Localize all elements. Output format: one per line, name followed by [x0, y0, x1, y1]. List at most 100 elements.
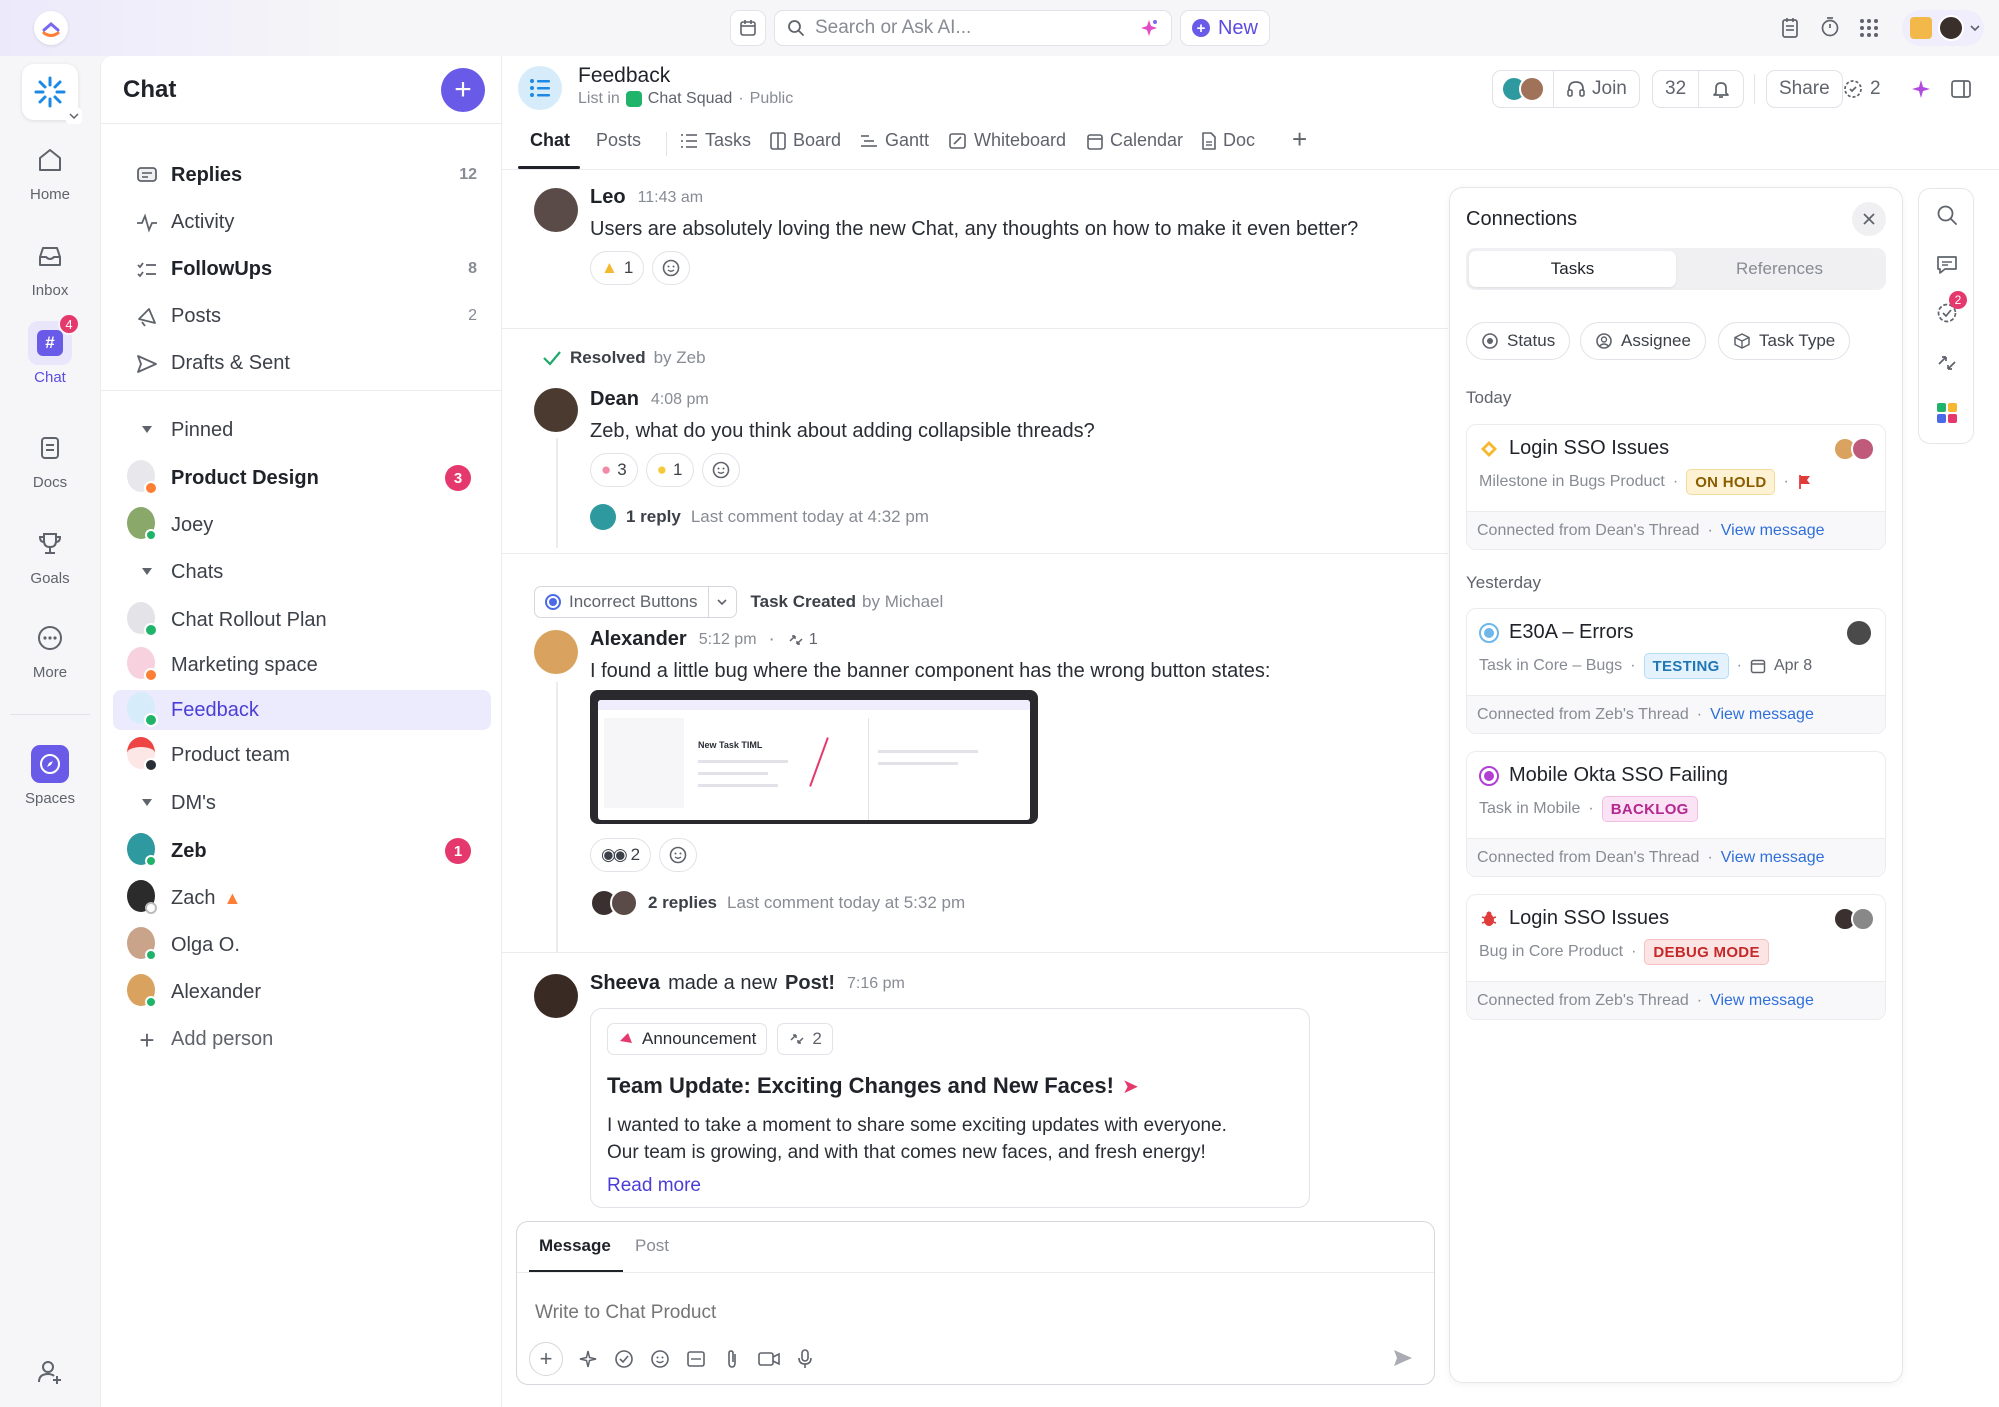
- comment-icon[interactable]: [1935, 253, 1959, 277]
- ai-sparkle-icon[interactable]: [577, 1348, 599, 1370]
- microphone-icon[interactable]: [795, 1348, 815, 1370]
- sidebar-item-product-team[interactable]: Product team: [113, 735, 491, 775]
- rail-spaces[interactable]: Spaces: [0, 742, 100, 807]
- thread-replies-link[interactable]: 2 replies Last comment today at 5:32 pm: [590, 889, 965, 917]
- ai-agents-button[interactable]: 2: [1842, 70, 1881, 108]
- sidebar-item-followups[interactable]: FollowUps 8: [113, 249, 491, 289]
- workspace-switcher[interactable]: [22, 64, 82, 124]
- sidebar-item-posts[interactable]: Posts 2: [113, 296, 491, 336]
- search-icon[interactable]: [1935, 203, 1959, 227]
- avatar[interactable]: [534, 974, 578, 1018]
- sidebar-item-zach[interactable]: Zach ▲: [113, 878, 491, 918]
- sidebar-item-chat-rollout[interactable]: Chat Rollout Plan: [113, 600, 491, 640]
- task-check-icon[interactable]: [613, 1348, 635, 1370]
- connections-toggle[interactable]: 2: [1935, 291, 1967, 325]
- new-button[interactable]: + New: [1180, 10, 1270, 46]
- task-chip[interactable]: Incorrect Buttons: [534, 586, 737, 618]
- status-pill[interactable]: ON HOLD: [1686, 469, 1776, 495]
- tab-chat[interactable]: Chat: [530, 130, 570, 151]
- announcement-tag[interactable]: Announcement: [607, 1023, 768, 1055]
- add-reaction-button[interactable]: [659, 838, 698, 872]
- rail-goals[interactable]: Goals: [0, 522, 100, 587]
- notifications-button[interactable]: [1698, 71, 1743, 107]
- integrations-icon[interactable]: [1935, 401, 1959, 425]
- view-message-link[interactable]: View message: [1721, 849, 1825, 867]
- section-dms[interactable]: DM's: [113, 785, 216, 821]
- section-pinned[interactable]: Pinned: [113, 412, 233, 448]
- thread-replies-link[interactable]: 1 reply Last comment today at 4:32 pm: [590, 504, 929, 530]
- add-person-button[interactable]: + Add person: [113, 1019, 491, 1059]
- tab-tasks[interactable]: Tasks: [680, 130, 751, 151]
- status-pill[interactable]: TESTING: [1643, 653, 1729, 679]
- tab-gantt[interactable]: Gantt: [860, 130, 929, 151]
- sidebar-item-alexander[interactable]: Alexander: [113, 972, 491, 1012]
- emoji-icon[interactable]: [649, 1348, 671, 1370]
- sidebar-item-marketing[interactable]: Marketing space: [113, 645, 491, 685]
- connection-card[interactable]: Mobile Okta SSO Failing Task in Mobile ·…: [1466, 751, 1886, 877]
- sidebar-item-joey[interactable]: Joey: [113, 505, 491, 545]
- connection-card[interactable]: Login SSO Issues Bug in Core Product · D…: [1466, 894, 1886, 1020]
- calendar-button[interactable]: [730, 10, 766, 46]
- reaction-brain[interactable]: ● 3: [590, 453, 638, 487]
- app-logo[interactable]: [34, 11, 68, 45]
- message-input[interactable]: [535, 1298, 1395, 1328]
- avatar[interactable]: [534, 188, 578, 232]
- rail-home[interactable]: Home: [0, 138, 100, 203]
- filter-status[interactable]: Status: [1466, 322, 1571, 360]
- gif-icon[interactable]: [685, 1348, 707, 1370]
- rail-chat[interactable]: # 4 Chat: [0, 313, 100, 386]
- rail-more[interactable]: More: [0, 616, 100, 681]
- tab-calendar[interactable]: Calendar: [1087, 130, 1183, 151]
- read-more-link[interactable]: Read more: [607, 1175, 701, 1197]
- linked-items[interactable]: 1: [787, 631, 818, 649]
- view-message-link[interactable]: View message: [1710, 992, 1814, 1010]
- sidebar-item-activity[interactable]: Activity: [113, 202, 491, 242]
- share-button[interactable]: Share: [1766, 70, 1843, 108]
- sidebar-item-olga[interactable]: Olga O.: [113, 925, 491, 965]
- close-button[interactable]: [1852, 202, 1886, 236]
- post-card[interactable]: Announcement 2 Team Update: Exciting Cha…: [590, 1008, 1310, 1208]
- sidebar-item-replies[interactable]: Replies 12: [113, 155, 491, 195]
- avatar[interactable]: [534, 630, 578, 674]
- tab-doc[interactable]: Doc: [1202, 130, 1255, 151]
- view-message-link[interactable]: View message: [1721, 522, 1825, 540]
- sidebar-toggle-icon[interactable]: [1950, 78, 1972, 100]
- connection-card[interactable]: E30A – Errors Task in Core – Bugs · TEST…: [1466, 608, 1886, 734]
- add-view-button[interactable]: +: [1292, 124, 1307, 155]
- add-reaction-button[interactable]: [701, 453, 740, 487]
- space-link[interactable]: Chat Squad: [648, 90, 733, 108]
- new-chat-button[interactable]: +: [441, 68, 485, 112]
- video-icon[interactable]: [757, 1348, 781, 1370]
- send-icon[interactable]: [1391, 1346, 1415, 1370]
- paperclip-icon[interactable]: [721, 1348, 743, 1370]
- attach-plus-button[interactable]: +: [529, 1342, 563, 1376]
- filter-assignee[interactable]: Assignee: [1580, 322, 1706, 360]
- sidebar-item-zeb[interactable]: Zeb 1: [113, 831, 491, 871]
- connections-tab-references[interactable]: References: [1676, 251, 1883, 287]
- member-count-button[interactable]: 32: [1653, 78, 1698, 100]
- linked-items[interactable]: 2: [777, 1023, 833, 1055]
- link-arrows-icon[interactable]: [1935, 351, 1959, 375]
- sidebar-item-product-design[interactable]: Product Design 3: [113, 458, 491, 498]
- status-pill[interactable]: DEBUG MODE: [1644, 939, 1769, 965]
- rail-inbox[interactable]: Inbox: [0, 234, 100, 299]
- tab-posts[interactable]: Posts: [596, 130, 641, 151]
- join-button[interactable]: Join: [1553, 71, 1639, 107]
- timer-icon[interactable]: [1819, 16, 1841, 38]
- reaction-bulb[interactable]: ● 1: [645, 453, 694, 487]
- tab-board[interactable]: Board: [770, 130, 841, 151]
- view-message-link[interactable]: View message: [1710, 706, 1814, 724]
- section-chats[interactable]: Chats: [113, 554, 223, 590]
- tab-whiteboard[interactable]: Whiteboard: [949, 130, 1066, 151]
- avatar[interactable]: [534, 388, 578, 432]
- status-pill[interactable]: BACKLOG: [1601, 796, 1698, 822]
- composer-tab-message[interactable]: Message: [539, 1236, 611, 1256]
- add-reaction-button[interactable]: [652, 251, 691, 285]
- notepad-icon[interactable]: [1780, 17, 1800, 39]
- connections-tab-tasks[interactable]: Tasks: [1469, 251, 1676, 287]
- reaction-eyes[interactable]: ◉◉ 2: [590, 838, 652, 872]
- filter-task-type[interactable]: Task Type: [1718, 322, 1851, 360]
- ai-sparkle-icon[interactable]: [1910, 78, 1932, 100]
- connection-card[interactable]: Login SSO Issues Milestone in Bugs Produ…: [1466, 424, 1886, 550]
- sidebar-item-drafts[interactable]: Drafts & Sent: [113, 343, 491, 383]
